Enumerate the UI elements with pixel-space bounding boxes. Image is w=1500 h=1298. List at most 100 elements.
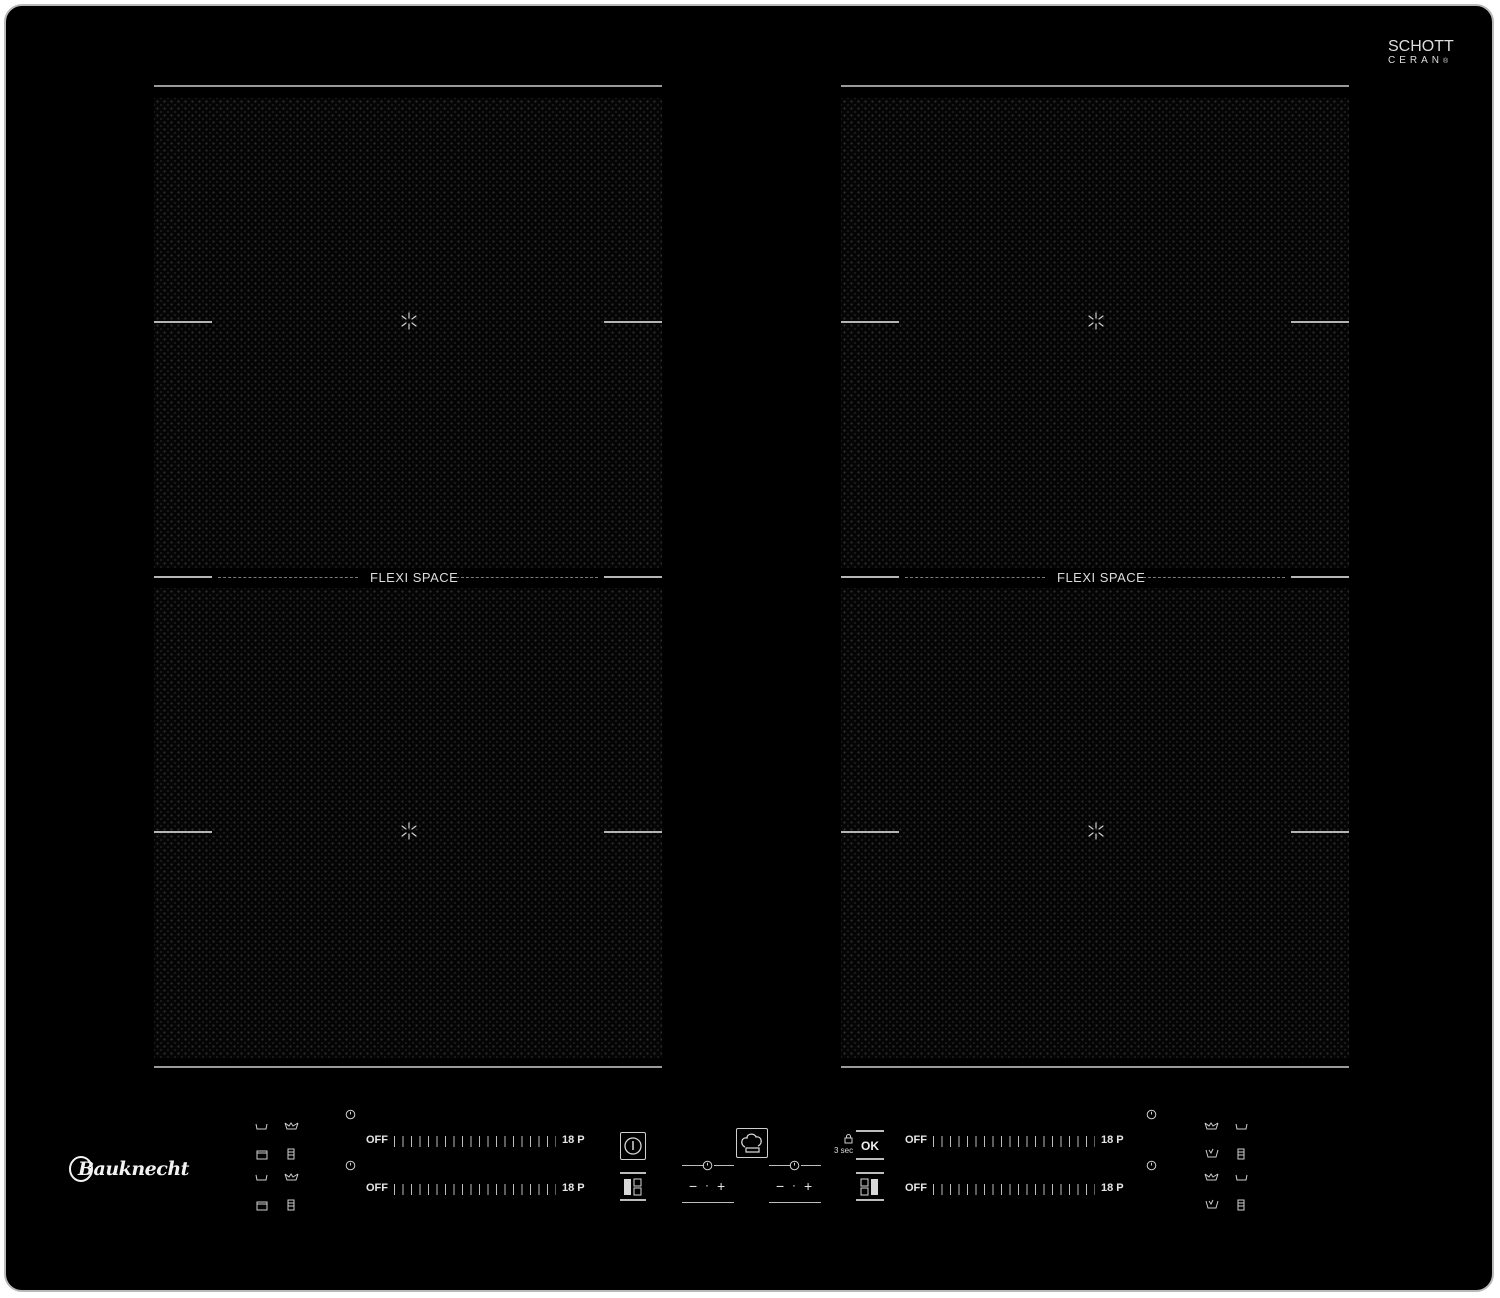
left-function-icons [255,1122,299,1211]
pot-icon [255,1174,268,1181]
lock-icon [844,1134,853,1144]
registered-mark: ® [1443,58,1449,65]
slider-min-label: OFF [366,1134,388,1146]
flexi-space-label-left: FLEXI SPACE [370,570,459,585]
left-area-top-edge [154,85,662,87]
slider-min-label: OFF [905,1182,927,1194]
power-icon [624,1137,642,1155]
separator [801,1165,821,1166]
zone-center-sparkle-icon [401,312,417,330]
right-area-bottom-edge [841,1066,1349,1068]
zone-marker-right [604,321,662,323]
zone-marker-right [1291,321,1349,323]
bridge-zone-left-icon[interactable] [623,1178,643,1196]
separator [714,1165,734,1166]
slider-ticks [933,1136,1095,1147]
slider-max-label: 18 P [1101,1182,1124,1194]
slider-min-label: OFF [905,1134,927,1146]
power-slider-rear-right[interactable]: OFF 18 P [905,1182,1125,1196]
flexi-dashed-line [456,577,598,578]
flexi-dashed-line [218,577,358,578]
power-slider-front-right[interactable]: OFF 18 P [905,1134,1125,1148]
right-function-icons [1204,1122,1248,1211]
fill-level-icon [1237,1148,1245,1160]
slider-max-label: 18 P [562,1134,585,1146]
fill-level-icon [1237,1199,1245,1211]
separator [620,1199,646,1201]
pan-icon [256,1150,268,1160]
separator [856,1172,884,1174]
flexi-divider-right-end [1291,576,1349,578]
separator [682,1165,704,1166]
zone-marker-right [604,831,662,833]
pot-steam-icon [1204,1122,1219,1130]
slider-max-label: 18 P [562,1182,585,1194]
zone-center-sparkle-icon [1088,822,1104,840]
timer-icon[interactable] [1146,1160,1157,1171]
timer-plus-button[interactable]: + [717,1178,725,1194]
flexi-divider-left-end [841,576,899,578]
bauknecht-logo: Bauknecht [68,1155,189,1185]
timer-icon[interactable] [345,1109,356,1120]
pan-flame-icon [1205,1199,1219,1209]
pot-steam-icon [284,1122,299,1130]
left-area-bottom-edge [154,1066,662,1068]
power-slider-front-left[interactable]: OFF 18 P [366,1134,586,1148]
lock-hint-label: 3 sec [834,1146,854,1155]
pan-flame-icon [1205,1148,1219,1158]
flexi-dashed-line [905,577,1045,578]
timer-dot: · [705,1178,709,1192]
separator [856,1158,884,1160]
power-slider-rear-left[interactable]: OFF 18 P [366,1182,586,1196]
separator [856,1199,884,1201]
chef-hat-icon [741,1133,762,1153]
ok-lock-button[interactable]: OK [861,1139,879,1153]
flexi-dashed-line [1143,577,1285,578]
slider-max-label: 18 P [1101,1134,1124,1146]
pot-icon [255,1123,268,1130]
pot-icon [1235,1174,1248,1181]
flexi-space-label-right: FLEXI SPACE [1057,570,1146,585]
chef-assist-button[interactable] [736,1128,768,1158]
timer-minus-button[interactable]: − [689,1178,697,1194]
timer-icon [789,1160,800,1171]
schott-brand-line1: SCHOTT [1388,38,1454,55]
timer-icon[interactable] [345,1160,356,1171]
cooking-zone-front-right[interactable] [841,98,1349,568]
slider-min-label: OFF [366,1182,388,1194]
timer-icon [702,1160,713,1171]
pot-icon [1235,1123,1248,1130]
pot-steam-icon [284,1173,299,1181]
ceran-text: CERAN [1388,55,1444,66]
zone-marker-right [1291,831,1349,833]
timer-plus-button[interactable]: + [804,1178,812,1194]
zone-marker-left [154,831,212,833]
slider-ticks [394,1136,556,1147]
separator [769,1165,791,1166]
fill-level-icon [287,1199,295,1211]
slider-ticks [394,1184,556,1195]
flexi-divider-left-end [154,576,212,578]
slider-ticks [933,1184,1095,1195]
zone-center-sparkle-icon [401,822,417,840]
separator [620,1172,646,1174]
zone-center-sparkle-icon [1088,312,1104,330]
cooktop-panel: SCHOTT CERAN® FLEXI SPACE FLEXI SPACE Ba… [4,4,1494,1292]
separator [682,1202,734,1203]
power-button[interactable] [620,1132,646,1160]
timer-icon[interactable] [1146,1109,1157,1120]
logo-text: Bauknecht [78,1158,189,1180]
bridge-zone-right-icon[interactable] [860,1178,880,1196]
timer-dot: · [792,1178,796,1192]
pan-icon [256,1201,268,1211]
zone-marker-left [154,321,212,323]
cooking-zone-front-left[interactable] [154,98,662,568]
zone-marker-left [841,831,899,833]
right-area-top-edge [841,85,1349,87]
pot-steam-icon [1204,1173,1219,1181]
ceran-brand-line2: CERAN® [1388,55,1448,66]
flexi-divider-right-end [604,576,662,578]
timer-minus-button[interactable]: − [776,1178,784,1194]
zone-marker-left [841,321,899,323]
separator [856,1130,884,1132]
